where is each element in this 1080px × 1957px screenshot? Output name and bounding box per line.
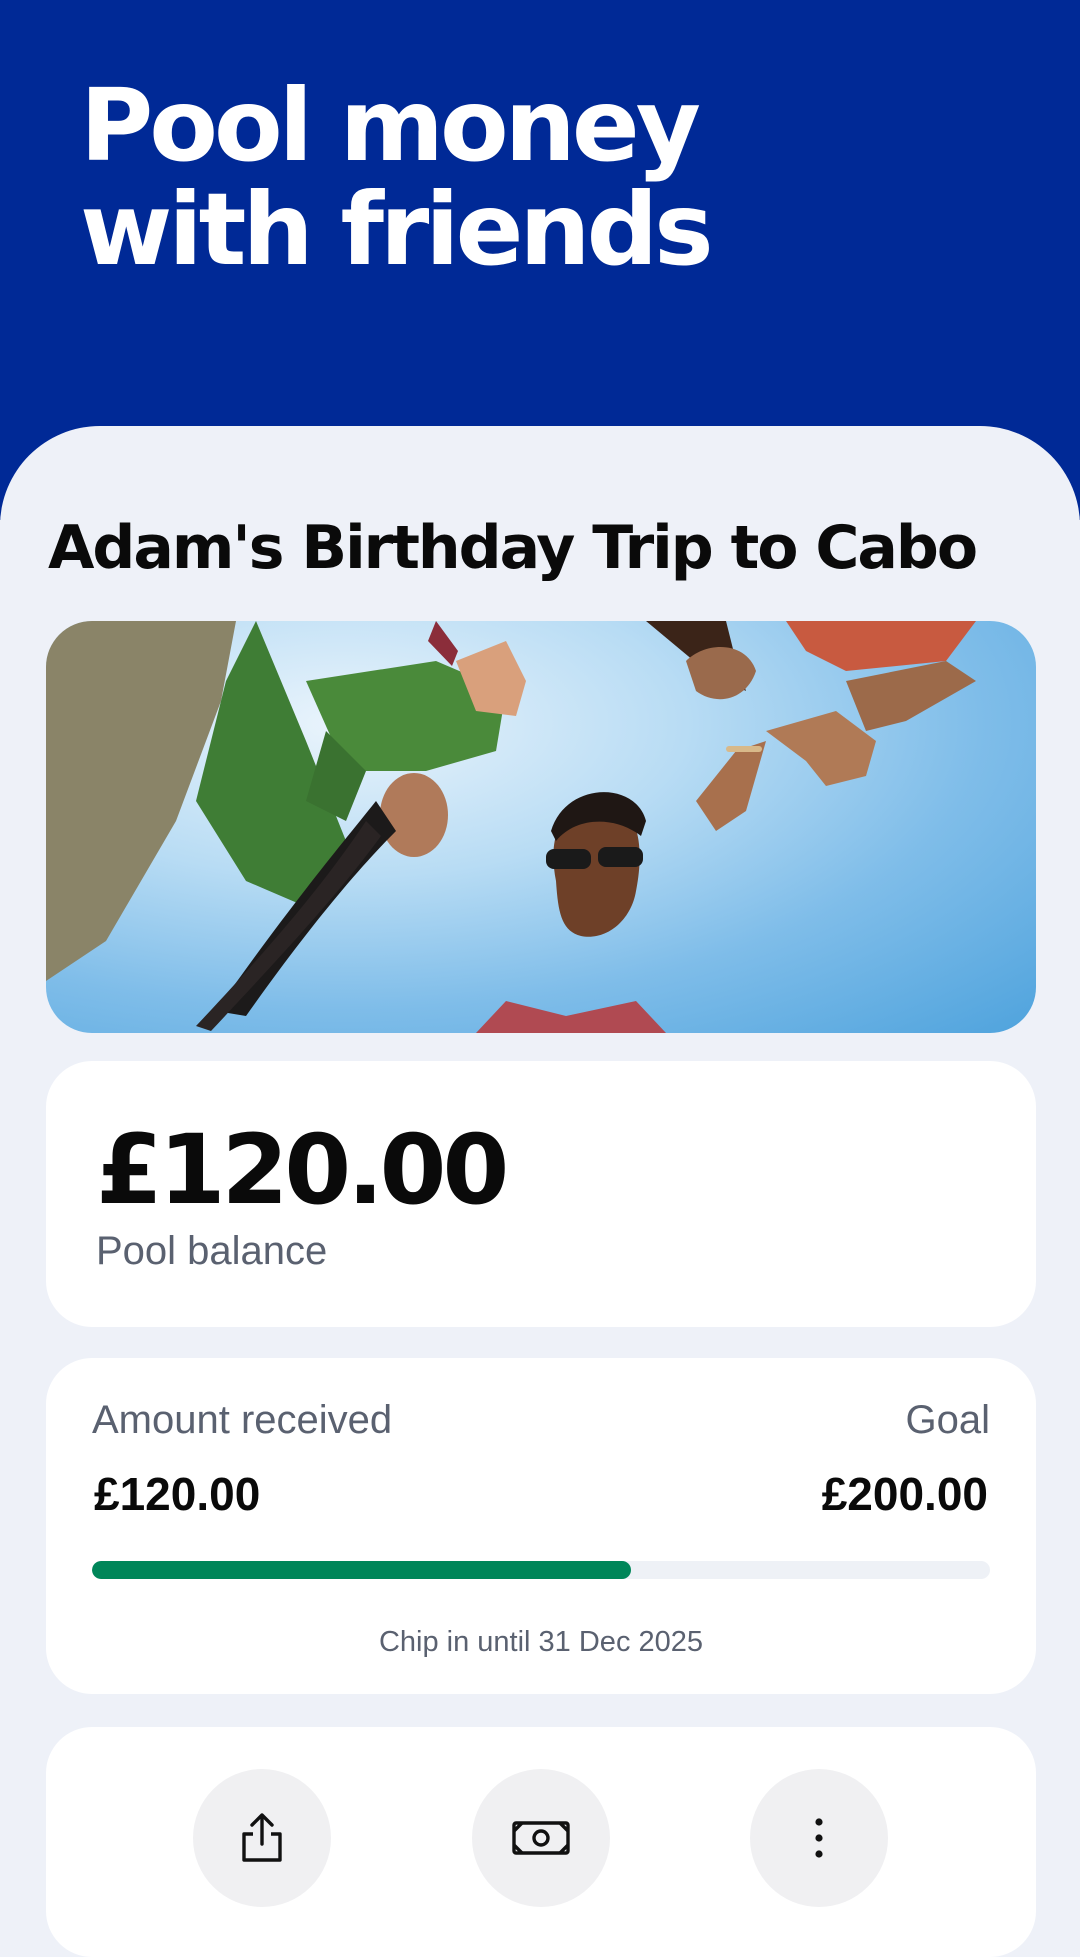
more-options-button[interactable]: [750, 1769, 888, 1907]
goal-progress-bar: [92, 1561, 990, 1579]
goal-progress-fill: [92, 1561, 631, 1579]
share-button[interactable]: [193, 1769, 331, 1907]
chip-in-deadline: Chip in until 31 Dec 2025: [378, 1626, 704, 1658]
goal-label: Goal: [905, 1398, 991, 1442]
pool-balance-amount: £120.00: [96, 1114, 509, 1226]
cash-icon: [512, 1821, 570, 1855]
amount-received-value: £120.00: [94, 1468, 261, 1520]
more-vertical-icon: [815, 1818, 823, 1858]
goal-value: £200.00: [821, 1468, 988, 1520]
goal-card: Amount received Goal £120.00 £200.00 Chi…: [46, 1358, 1036, 1694]
actions-card: [46, 1727, 1036, 1957]
add-money-button[interactable]: [472, 1769, 610, 1907]
pool-balance-label: Pool balance: [96, 1229, 328, 1273]
pool-cover-photo: [46, 621, 1036, 1033]
pool-balance-card: £120.00 Pool balance: [46, 1061, 1036, 1327]
share-icon: [242, 1813, 282, 1862]
pool-name: Adam's Birthday Trip to Cabo: [48, 513, 978, 583]
hero-title: Pool money with friends: [80, 67, 714, 288]
amount-received-label: Amount received: [92, 1398, 393, 1442]
